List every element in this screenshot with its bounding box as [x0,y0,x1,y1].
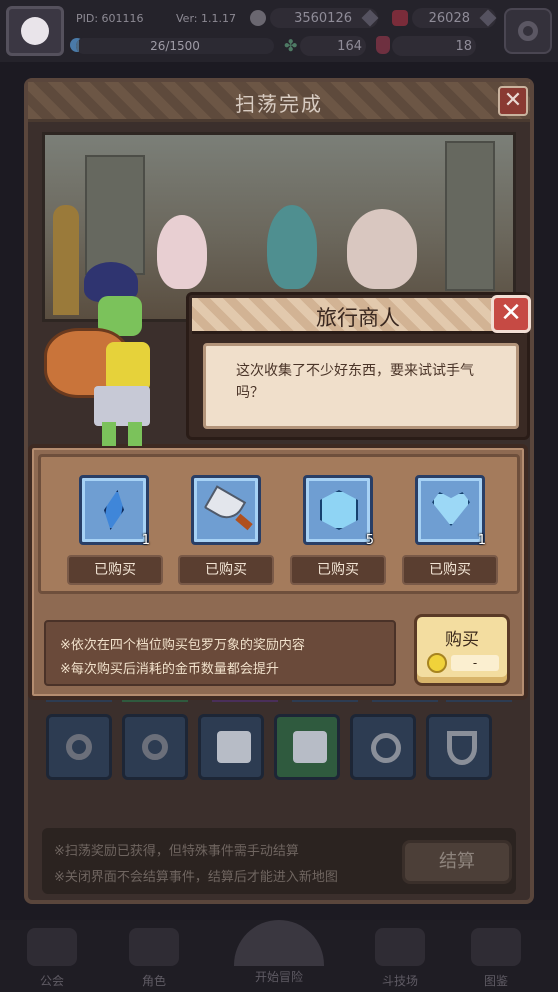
npc-shirt [106,342,150,392]
npc-leg [102,422,116,446]
shop-item[interactable]: 1 [79,475,150,548]
character-icon [129,928,179,966]
reward-slot[interactable] [426,714,492,780]
hero-sprite-fox [157,215,207,289]
shop-item[interactable]: 5 [303,475,374,548]
npc-leg [128,422,142,446]
amulet-icon [371,733,401,763]
guild-icon [27,928,77,966]
nav-tab-start-adventure[interactable]: 开始冒险 [224,920,334,984]
npc-skirt [94,386,150,426]
crystal-shard-icon: 1 [79,475,150,548]
gem-value: 26028 [428,10,470,26]
nav-tab-arena[interactable]: 斗技场 [370,928,430,988]
merchant-dialog-text: 这次收集了不少好东西，要来试试手气吗？ [236,363,474,401]
player-avatar[interactable] [6,6,64,56]
nav-tab-label: 公会 [39,974,64,988]
settings-button[interactable] [504,8,552,54]
clover-icon: ✤ [284,36,298,55]
sweep-header: 扫荡完成 ✕ [28,82,530,122]
item-count: 1 [141,533,150,548]
purchased-button[interactable]: 已购买 [178,555,274,585]
gear-icon [518,21,538,41]
potion-icon [376,36,390,54]
nav-tab-character[interactable]: 角色 [124,928,184,988]
buy-button[interactable]: 购买 - [414,614,510,686]
merchant-rules-box: ※依次在四个档位购买包罗万象的奖励内容 ※每次购买后消耗的金币数量都会提升 [44,620,396,686]
sweep-note: ※扫荡奖励已获得，但特殊事件需手动结算 [54,844,299,859]
reward-slot[interactable] [46,714,112,780]
sweep-title: 扫荡完成 [235,92,323,116]
magnifier-icon [234,920,324,966]
merchant-speech-bubble: 这次收集了不少好东西，要来试试手气吗？ [203,343,519,429]
nav-tab-label: 图鉴 [483,974,508,988]
reward-slot[interactable] [274,714,340,780]
gem-currency-icon [392,10,408,26]
potion-value: 18 [455,38,472,54]
settle-button[interactable]: 结算 [402,840,512,884]
merchant-close-button[interactable]: ✕ [491,295,531,333]
cleaver-icon [191,475,261,545]
item-count: 1 [477,533,486,548]
boots-icon [217,731,251,763]
merchant-dialog-box: 旅行商人 ✕ 这次收集了不少好东西，要来试试手气吗？ [186,292,531,440]
clover-value: 164 [337,38,362,54]
buy-label: 购买 [445,630,479,650]
gold-value: 3560126 [294,10,352,26]
nav-tab-label: 角色 [141,974,166,988]
buy-price: - [451,655,499,671]
exp-text: 26/1500 [150,39,200,53]
reward-slot[interactable] [198,714,264,780]
crossed-swords-icon [375,928,425,966]
bottom-nav: 公会 角色 开始冒险 斗技场 图鉴 [0,920,558,992]
top-status-bar: PID: 601116 Ver: 1.1.17 3560126 26028 26… [0,0,558,62]
merchant-npc-sprite [44,262,164,448]
gem-icon: 5 [303,475,374,548]
purchased-button[interactable]: 已购买 [290,555,386,585]
boots-icon [293,731,327,763]
ruin-pillar [445,141,495,291]
nav-tab-guild[interactable]: 公会 [22,928,82,988]
nav-tab-label: 斗技场 [381,974,418,988]
pid-label: PID: 601116 [76,12,144,25]
reward-slot[interactable] [122,714,188,780]
rule-line: ※每次购买后消耗的金币数量都会提升 [60,662,279,677]
hero-sprite-bunny [267,205,317,289]
rule-line: ※依次在四个档位购买包罗万象的奖励内容 [60,638,305,653]
ring-icon [142,734,168,760]
gold-coin-icon [250,10,266,26]
ruin-pillar [85,155,145,275]
hero-sprite-shell [347,209,417,289]
shop-item[interactable]: 1 [415,475,486,548]
purchased-button[interactable]: 已购买 [402,555,498,585]
reward-slot[interactable] [350,714,416,780]
sweep-close-button[interactable]: ✕ [498,86,528,116]
purchased-button[interactable]: 已购买 [67,555,163,585]
nav-tab-codex[interactable]: 图鉴 [466,928,526,988]
heart-gem-icon: 1 [415,475,486,548]
sweep-note: ※关闭界面不会结算事件，结算后才能进入新地图 [54,870,338,885]
nav-tab-label: 开始冒险 [254,970,303,984]
necklace-icon [447,731,477,765]
merchant-header: 旅行商人 [192,298,524,334]
version-label: Ver: 1.1.17 [176,12,236,25]
ring-icon [66,734,92,760]
gold-coin-icon [427,653,447,673]
merchant-goods-panel: 1 已购买 已购买 5 已购买 1 已购买 [38,454,520,594]
reward-grid: 8 190 2 [42,678,516,808]
shop-item[interactable] [191,475,261,545]
codex-book-icon [471,928,521,966]
merchant-name: 旅行商人 [316,306,400,330]
item-count: 5 [365,533,374,548]
clover-counter: 164 [300,36,366,56]
potion-counter: 18 [392,36,476,56]
